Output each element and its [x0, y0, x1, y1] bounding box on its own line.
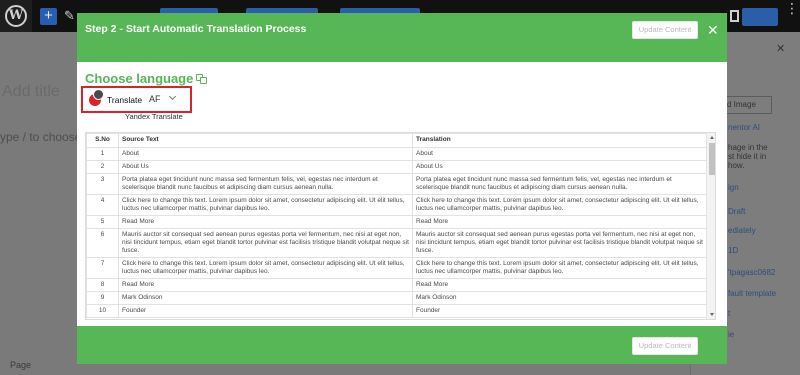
- strings-table-container[interactable]: S.No Source Text Translation 1 About About…: [85, 132, 716, 320]
- sidebar-close-icon[interactable]: ✕: [776, 42, 785, 55]
- table-row: 3 Porta platea eget tincidunt nunc massa …: [86, 173, 707, 195]
- translation-text[interactable]: About Us: [412, 160, 707, 174]
- table-row: 2 About Us About Us: [86, 160, 707, 174]
- row-number: 8: [86, 278, 119, 292]
- footer-update-content-button[interactable]: Update Content: [632, 337, 698, 355]
- table-row: 8 Read More Read More: [86, 278, 707, 292]
- sidebar-text[interactable]: nentor AI: [728, 123, 760, 132]
- sidebar-text[interactable]: ediately: [728, 226, 756, 235]
- block-hint-text: ype / to choose: [0, 130, 82, 144]
- translate-label: Translate: [107, 95, 143, 105]
- source-text: Founder: [118, 304, 413, 318]
- table-row: 7 Click here to change this text. Lorem i…: [86, 257, 707, 279]
- row-number: 9: [86, 291, 119, 305]
- close-icon[interactable]: ✕: [707, 21, 719, 39]
- source-text: Read More: [118, 215, 413, 229]
- language-value: AF: [149, 94, 161, 104]
- row-number: 2: [86, 160, 119, 174]
- column-header-sno: S.No: [86, 133, 119, 148]
- translation-text[interactable]: Read More: [412, 278, 707, 292]
- chevron-down-icon: [168, 92, 177, 101]
- translation-text[interactable]: About: [412, 147, 707, 161]
- sidebar-text[interactable]: Draft: [728, 207, 745, 216]
- row-number: 7: [86, 257, 119, 279]
- column-header-source: Source Text: [118, 133, 413, 148]
- settings-panel-icon[interactable]: [730, 10, 739, 22]
- scrollbar-thumb[interactable]: [709, 143, 715, 175]
- sidebar-image-button[interactable]: d Image: [724, 96, 772, 114]
- add-block-icon[interactable]: +: [40, 8, 57, 25]
- more-options-icon[interactable]: ⋮: [785, 1, 799, 15]
- sidebar-text[interactable]: t: [728, 309, 730, 318]
- yandex-translate-icon: [89, 89, 104, 106]
- row-number: 5: [86, 215, 119, 229]
- translation-text[interactable]: Read More: [412, 215, 707, 229]
- copy-icon: [196, 74, 208, 84]
- table-scrollbar[interactable]: [706, 133, 715, 319]
- source-text: About: [118, 147, 413, 161]
- update-content-button[interactable]: Update Content: [632, 21, 698, 39]
- translation-text[interactable]: Click here to change this text. Lorem ip…: [412, 194, 707, 216]
- modal-header: Step 2 - Start Automatic Translation Pro…: [77, 13, 727, 62]
- table-header-row: S.No Source Text Translation: [86, 133, 707, 148]
- sidebar-text: how.: [728, 161, 745, 170]
- sidebar-text[interactable]: fault template: [728, 289, 776, 298]
- wordpress-logo-icon[interactable]: W: [0, 0, 32, 32]
- table-row: 4 Click here to change this text. Lorem i…: [86, 194, 707, 216]
- table-row: 10 Founder Founder: [86, 304, 707, 318]
- footer-breadcrumb[interactable]: Page: [10, 360, 31, 370]
- translation-text[interactable]: Mark Odinson: [412, 291, 707, 305]
- pencil-icon[interactable]: ✎: [64, 8, 75, 24]
- translation-text[interactable]: Founder: [412, 304, 707, 318]
- table-row: 9 Mark Odinson Mark Odinson: [86, 291, 707, 305]
- row-number: 3: [86, 173, 119, 195]
- translation-text[interactable]: Porta platea eget tincidunt nunc massa s…: [412, 173, 707, 195]
- modal-footer: Update Content: [77, 326, 727, 364]
- scroll-down-icon[interactable]: [710, 313, 714, 316]
- table-row: 5 Read More Read More: [86, 215, 707, 229]
- yandex-translate-label: Yandex Translate: [125, 112, 183, 121]
- sidebar-text[interactable]: 1D: [728, 246, 738, 255]
- row-number: 4: [86, 194, 119, 216]
- sidebar-text: st hide it in: [728, 152, 767, 161]
- sidebar-text[interactable]: ie: [728, 330, 734, 339]
- source-text: About Us: [118, 160, 413, 174]
- table-row: 1 About About: [86, 147, 707, 161]
- translate-widget: Translate AF: [81, 86, 192, 113]
- column-header-translation: Translation: [412, 133, 707, 148]
- scroll-up-icon[interactable]: [710, 136, 714, 139]
- post-title-placeholder[interactable]: Add title: [2, 83, 60, 101]
- row-number: 1: [86, 147, 119, 161]
- source-text: Read More: [118, 278, 413, 292]
- source-text: Mark Odinson: [118, 291, 413, 305]
- publish-button[interactable]: [742, 8, 778, 26]
- translation-modal: Step 2 - Start Automatic Translation Pro…: [77, 13, 727, 364]
- choose-language-heading: Choose language: [85, 71, 208, 86]
- translation-text[interactable]: Mauris auctor sit consequat sed aenean p…: [412, 228, 707, 258]
- sidebar-text[interactable]: ign: [728, 183, 739, 192]
- language-select[interactable]: AF: [149, 92, 183, 108]
- sidebar-text[interactable]: 'tpagasc0682: [728, 268, 775, 277]
- row-number: 10: [86, 304, 119, 318]
- translation-text[interactable]: Click here to change this text. Lorem ip…: [412, 257, 707, 279]
- modal-title: Step 2 - Start Automatic Translation Pro…: [85, 23, 307, 35]
- row-number: 6: [86, 228, 119, 258]
- source-text: Click here to change this text. Lorem ip…: [118, 257, 413, 279]
- table-row: 6 Mauris auctor sit consequat sed aenean …: [86, 228, 707, 258]
- source-text: Click here to change this text. Lorem ip…: [118, 194, 413, 216]
- sidebar-text: hage in the: [728, 143, 768, 152]
- source-text: Porta platea eget tincidunt nunc massa s…: [118, 173, 413, 195]
- source-text: Mauris auctor sit consequat sed aenean p…: [118, 228, 413, 258]
- strings-table: S.No Source Text Translation 1 About About…: [86, 133, 707, 318]
- choose-language-label: Choose language: [85, 71, 194, 86]
